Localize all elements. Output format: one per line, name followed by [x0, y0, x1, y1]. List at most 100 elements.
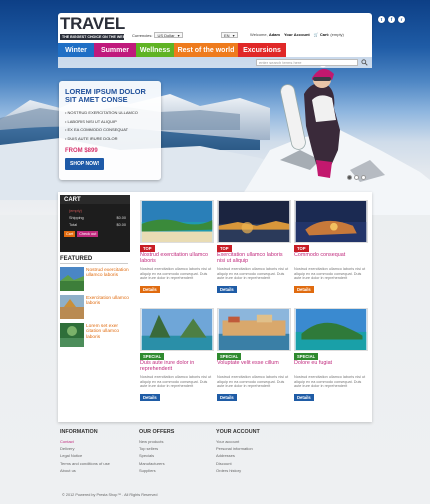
footer-link[interactable]: Personal information — [216, 445, 292, 452]
footer-link[interactable]: About us — [60, 467, 136, 474]
special-badge: SPECIAL — [294, 353, 319, 360]
nav-tab-excursions[interactable]: Excursions — [238, 43, 286, 57]
footer-link[interactable]: New products — [139, 438, 215, 445]
featured-thumbnail[interactable] — [60, 295, 84, 319]
language-dropdown[interactable]: EN ▾ — [221, 32, 238, 38]
footer: INFORMATION Contact Delivery Legal Notic… — [58, 422, 372, 504]
footer-link[interactable]: Legal Notice — [60, 452, 136, 459]
promo-bullet: EX EA COMMODO CONSEQUAT — [65, 126, 155, 135]
product-image[interactable] — [294, 308, 368, 351]
product-title[interactable]: Dolore eu fugiat — [294, 360, 368, 367]
product-image[interactable] — [140, 200, 214, 243]
cart-block: CART (empty) Shipping $0.00 Total $0.00 Ca… — [60, 195, 130, 252]
slider-dot[interactable] — [347, 175, 352, 180]
search-bar: enter search terms here — [58, 57, 372, 68]
product-image[interactable] — [217, 308, 291, 351]
product-card: TOP Nostrud exercitation ullamco laboris… — [140, 200, 216, 307]
logo-text: TRAVEL — [60, 14, 125, 33]
copyright-text: © 2012 Powered by Presta Shop™ . All Rig… — [62, 493, 158, 497]
featured-item[interactable]: Lorem set exer citation ullamco laboris — [60, 323, 130, 351]
nav-tab-rest-of-world[interactable]: Rest of the world — [174, 43, 238, 57]
language-selector[interactable]: EN ▾ — [221, 32, 238, 38]
footer-link[interactable]: Orders history — [216, 467, 292, 474]
language-value: EN — [224, 32, 230, 38]
currency-label: Currencies: — [132, 32, 153, 38]
details-button[interactable]: Details — [140, 394, 160, 401]
footer-link[interactable]: Discount — [216, 460, 292, 467]
rss-icon[interactable]: r — [398, 16, 405, 23]
footer-link[interactable]: Specials — [139, 452, 215, 459]
cart-empty-text: (empty) — [69, 209, 82, 213]
details-button[interactable]: Details — [294, 394, 314, 401]
footer-column-account: YOUR ACCOUNT Your account Personal infor… — [216, 429, 292, 474]
footer-heading: YOUR ACCOUNT — [216, 429, 260, 435]
product-card: SPECIAL Dolore eu fugiat Nostrud exercit… — [294, 308, 370, 415]
slider-dot[interactable] — [354, 175, 359, 180]
top-badge: TOP — [217, 245, 232, 252]
footer-link[interactable]: Terms and conditions of use — [60, 460, 136, 467]
checkout-button[interactable]: Check out — [77, 231, 99, 237]
facebook-icon[interactable]: f — [388, 16, 395, 23]
shop-now-button[interactable]: SHOP NOW! — [65, 157, 105, 170]
header-bar: TRAVEL THE BIGGEST CHOICE ON THE WEB Cur… — [58, 13, 372, 43]
product-title[interactable]: Nostrud exercitation ullamco laboris — [140, 252, 214, 265]
product-image[interactable] — [294, 200, 368, 243]
footer-link[interactable]: Contact — [60, 438, 136, 445]
featured-thumbnail[interactable] — [60, 267, 84, 291]
details-button[interactable]: Details — [217, 286, 237, 293]
product-image[interactable] — [140, 308, 214, 351]
footer-link[interactable]: Delivery — [60, 445, 136, 452]
product-title[interactable]: Commodo consequat — [294, 252, 368, 259]
footer-link[interactable]: Suppliers — [139, 467, 215, 474]
product-card: SPECIAL Voluptate velit esse cillum Nost… — [217, 308, 293, 415]
welcome-text: Welcome, Adam — [250, 32, 280, 37]
cart-total: Total $0.00 — [69, 223, 126, 227]
details-button[interactable]: Details — [217, 394, 237, 401]
promo-bullets: NOSTRUD EXERCITATION ULLAMCO LABORIS NIS… — [65, 109, 155, 144]
currency-dropdown[interactable]: US Dollar ▾ — [154, 32, 183, 38]
featured-item[interactable]: Nostrud exercitation ullamco laboris — [60, 267, 130, 295]
logo-tagline: THE BIGGEST CHOICE ON THE WEB — [60, 34, 126, 40]
nav-tab-summer[interactable]: Summer — [94, 43, 136, 57]
product-grid: TOP Nostrud exercitation ullamco laboris… — [140, 200, 370, 420]
social-links: t f r — [378, 16, 405, 23]
currency-selector[interactable]: Currencies: US Dollar ▾ — [132, 32, 183, 38]
featured-item[interactable]: Exercitation ullamco laboris — [60, 295, 130, 323]
top-badge: TOP — [294, 245, 309, 252]
footer-heading: INFORMATION — [60, 429, 98, 435]
divider — [60, 263, 128, 264]
footer-link[interactable]: Manufacturers — [139, 460, 215, 467]
product-title[interactable]: Duis aute irure dolor in reprehenderit — [140, 360, 214, 373]
search-input[interactable]: enter search terms here — [256, 59, 358, 66]
product-title[interactable]: Exercitation ullamco laboris nisi ut ali… — [217, 252, 291, 265]
product-card: TOP Commodo consequat Nostrud exercitati… — [294, 200, 370, 307]
twitter-icon[interactable]: t — [378, 16, 385, 23]
featured-item-title[interactable]: Exercitation ullamco laboris — [86, 296, 130, 307]
account-link[interactable]: Your Account — [284, 32, 310, 37]
footer-link[interactable]: Addresses — [216, 452, 292, 459]
cart-button[interactable]: Cart — [64, 231, 76, 237]
nav-tab-wellness[interactable]: Wellness — [136, 43, 174, 57]
footer-column-offers: OUR OFFERS New products Top sellers Spec… — [139, 429, 215, 474]
welcome-user: Adam — [268, 32, 280, 37]
details-button[interactable]: Details — [294, 286, 314, 293]
cart-link[interactable]: 🛒 Cart: (empty) — [314, 32, 344, 37]
nav-tab-winter[interactable]: Winter — [58, 43, 94, 57]
footer-link[interactable]: Top sellers — [139, 445, 215, 452]
footer-link[interactable]: Your account — [216, 438, 292, 445]
user-links: Welcome, Adam Your Account 🛒 Cart: (empt… — [250, 32, 344, 37]
slider-dot[interactable] — [361, 175, 366, 180]
chevron-down-icon: ▾ — [177, 32, 180, 38]
top-badge: TOP — [140, 245, 155, 252]
site-logo[interactable]: TRAVEL THE BIGGEST CHOICE ON THE WEB — [60, 14, 126, 41]
promo-bullet: LABORIS NISI UT ALIQUIP — [65, 118, 155, 127]
search-icon[interactable] — [361, 59, 368, 66]
featured-thumbnail[interactable] — [60, 323, 84, 347]
featured-item-title[interactable]: Lorem set exer citation ullamco laboris — [86, 324, 130, 340]
product-title[interactable]: Voluptate velit esse cillum — [217, 360, 291, 367]
details-button[interactable]: Details — [140, 286, 160, 293]
product-image[interactable] — [217, 200, 291, 243]
special-badge: SPECIAL — [217, 353, 242, 360]
featured-item-title[interactable]: Nostrud exercitation ullamco laboris — [86, 268, 130, 279]
promo-title: LOREM IPSUM DOLOR SIT AMET CONSE — [65, 87, 146, 104]
